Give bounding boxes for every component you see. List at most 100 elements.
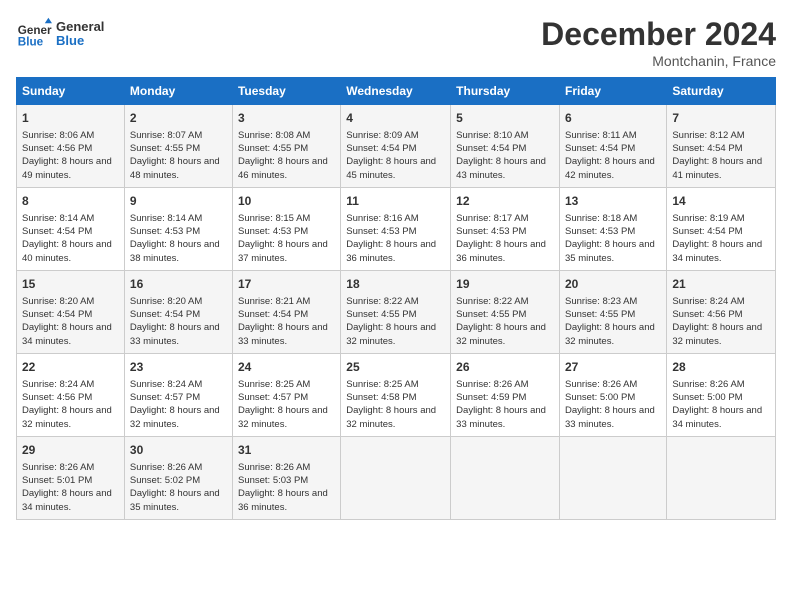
day-number: 9 xyxy=(130,193,227,210)
day-number: 30 xyxy=(130,442,227,459)
calendar-cell: 23Sunrise: 8:24 AMSunset: 4:57 PMDayligh… xyxy=(124,353,232,436)
daylight-label: Daylight: 8 hours and 45 minutes. xyxy=(346,156,436,180)
calendar-cell: 25Sunrise: 8:25 AMSunset: 4:58 PMDayligh… xyxy=(341,353,451,436)
sunset-label: Sunset: 4:56 PM xyxy=(22,392,92,403)
sunset-label: Sunset: 4:59 PM xyxy=(456,392,526,403)
calendar-cell: 18Sunrise: 8:22 AMSunset: 4:55 PMDayligh… xyxy=(341,270,451,353)
sunset-label: Sunset: 5:02 PM xyxy=(130,475,200,486)
daylight-label: Daylight: 8 hours and 36 minutes. xyxy=(238,488,328,512)
sunset-label: Sunset: 4:55 PM xyxy=(456,309,526,320)
calendar-cell: 24Sunrise: 8:25 AMSunset: 4:57 PMDayligh… xyxy=(232,353,340,436)
sunset-label: Sunset: 5:01 PM xyxy=(22,475,92,486)
sunrise-label: Sunrise: 8:20 AM xyxy=(22,296,94,307)
daylight-label: Daylight: 8 hours and 49 minutes. xyxy=(22,156,112,180)
sunset-label: Sunset: 4:53 PM xyxy=(346,226,416,237)
sunset-label: Sunset: 4:54 PM xyxy=(456,143,526,154)
day-number: 28 xyxy=(672,359,770,376)
calendar-cell: 11Sunrise: 8:16 AMSunset: 4:53 PMDayligh… xyxy=(341,187,451,270)
sunrise-label: Sunrise: 8:14 AM xyxy=(22,213,94,224)
daylight-label: Daylight: 8 hours and 41 minutes. xyxy=(672,156,762,180)
daylight-label: Daylight: 8 hours and 32 minutes. xyxy=(565,322,655,346)
day-number: 13 xyxy=(565,193,661,210)
day-number: 16 xyxy=(130,276,227,293)
sunset-label: Sunset: 4:57 PM xyxy=(238,392,308,403)
calendar-cell: 10Sunrise: 8:15 AMSunset: 4:53 PMDayligh… xyxy=(232,187,340,270)
day-number: 11 xyxy=(346,193,445,210)
col-thursday: Thursday xyxy=(451,78,560,105)
sunrise-label: Sunrise: 8:11 AM xyxy=(565,130,637,141)
sunset-label: Sunset: 4:57 PM xyxy=(130,392,200,403)
sunset-label: Sunset: 4:54 PM xyxy=(565,143,635,154)
sunset-label: Sunset: 5:00 PM xyxy=(672,392,742,403)
daylight-label: Daylight: 8 hours and 33 minutes. xyxy=(565,405,655,429)
logo-line1: General xyxy=(56,20,104,34)
calendar-cell xyxy=(667,436,776,519)
daylight-label: Daylight: 8 hours and 33 minutes. xyxy=(130,322,220,346)
daylight-label: Daylight: 8 hours and 48 minutes. xyxy=(130,156,220,180)
daylight-label: Daylight: 8 hours and 34 minutes. xyxy=(672,239,762,263)
sunset-label: Sunset: 5:00 PM xyxy=(565,392,635,403)
daylight-label: Daylight: 8 hours and 36 minutes. xyxy=(346,239,436,263)
sunrise-label: Sunrise: 8:10 AM xyxy=(456,130,528,141)
sunrise-label: Sunrise: 8:09 AM xyxy=(346,130,418,141)
calendar-cell: 29Sunrise: 8:26 AMSunset: 5:01 PMDayligh… xyxy=(17,436,125,519)
svg-text:Blue: Blue xyxy=(18,36,44,49)
calendar-cell: 22Sunrise: 8:24 AMSunset: 4:56 PMDayligh… xyxy=(17,353,125,436)
col-tuesday: Tuesday xyxy=(232,78,340,105)
day-number: 15 xyxy=(22,276,119,293)
calendar-row: 8 Sunrise: 8:14 AM Sunset: 4:54 PM Daylight… xyxy=(17,187,776,270)
sunset-label: Sunset: 4:54 PM xyxy=(672,226,742,237)
calendar-table: Sunday Monday Tuesday Wednesday Thursday… xyxy=(16,77,776,520)
daylight-label: Daylight: 8 hours and 32 minutes. xyxy=(346,322,436,346)
sunrise-label: Sunrise: 8:17 AM xyxy=(456,213,528,224)
sunset-label: Sunset: 4:54 PM xyxy=(672,143,742,154)
daylight-label: Daylight: 8 hours and 32 minutes. xyxy=(346,405,436,429)
calendar-cell: 14Sunrise: 8:19 AMSunset: 4:54 PMDayligh… xyxy=(667,187,776,270)
day-number: 8 xyxy=(22,193,119,210)
sunset-label: Sunset: 4:58 PM xyxy=(346,392,416,403)
day-number: 17 xyxy=(238,276,335,293)
sunrise-label: Sunrise: 8:26 AM xyxy=(565,379,637,390)
col-wednesday: Wednesday xyxy=(341,78,451,105)
calendar-cell: 26Sunrise: 8:26 AMSunset: 4:59 PMDayligh… xyxy=(451,353,560,436)
sunrise-label: Sunrise: 8:20 AM xyxy=(130,296,202,307)
daylight-label: Daylight: 8 hours and 32 minutes. xyxy=(130,405,220,429)
sunrise-label: Sunrise: 8:24 AM xyxy=(130,379,202,390)
day-number: 14 xyxy=(672,193,770,210)
daylight-label: Daylight: 8 hours and 36 minutes. xyxy=(456,239,546,263)
logo-line2: Blue xyxy=(56,34,104,48)
daylight-label: Daylight: 8 hours and 32 minutes. xyxy=(672,322,762,346)
title-area: December 2024 Montchanin, France xyxy=(541,16,776,69)
col-sunday: Sunday xyxy=(17,78,125,105)
day-number: 3 xyxy=(238,110,335,127)
sunrise-label: Sunrise: 8:18 AM xyxy=(565,213,637,224)
calendar-cell: 3Sunrise: 8:08 AMSunset: 4:55 PMDaylight… xyxy=(232,105,340,188)
sunset-label: Sunset: 4:56 PM xyxy=(672,309,742,320)
sunrise-label: Sunrise: 8:12 AM xyxy=(672,130,744,141)
logo-text: General Blue xyxy=(56,20,104,49)
calendar-row: 22Sunrise: 8:24 AMSunset: 4:56 PMDayligh… xyxy=(17,353,776,436)
daylight-label: Daylight: 8 hours and 37 minutes. xyxy=(238,239,328,263)
sunset-label: Sunset: 4:54 PM xyxy=(130,309,200,320)
sunrise-label: Sunrise: 8:07 AM xyxy=(130,130,202,141)
calendar-cell: 12Sunrise: 8:17 AMSunset: 4:53 PMDayligh… xyxy=(451,187,560,270)
sunset-label: Sunset: 4:53 PM xyxy=(565,226,635,237)
header: General Blue General Blue December 2024 … xyxy=(16,16,776,69)
calendar-cell: 5Sunrise: 8:10 AMSunset: 4:54 PMDaylight… xyxy=(451,105,560,188)
calendar-cell xyxy=(341,436,451,519)
day-number: 31 xyxy=(238,442,335,459)
daylight-label: Daylight: 8 hours and 34 minutes. xyxy=(672,405,762,429)
day-number: 12 xyxy=(456,193,554,210)
calendar-cell: 15Sunrise: 8:20 AMSunset: 4:54 PMDayligh… xyxy=(17,270,125,353)
sunrise-label: Sunrise: 8:15 AM xyxy=(238,213,310,224)
daylight-label: Daylight: 8 hours and 32 minutes. xyxy=(22,405,112,429)
daylight-label: Daylight: 8 hours and 46 minutes. xyxy=(238,156,328,180)
daylight-label: Daylight: 8 hours and 33 minutes. xyxy=(238,322,328,346)
day-number: 4 xyxy=(346,110,445,127)
day-number: 6 xyxy=(565,110,661,127)
month-title: December 2024 xyxy=(541,16,776,53)
day-number: 29 xyxy=(22,442,119,459)
day-number: 7 xyxy=(672,110,770,127)
sunrise-label: Sunrise: 8:25 AM xyxy=(346,379,418,390)
day-number: 5 xyxy=(456,110,554,127)
